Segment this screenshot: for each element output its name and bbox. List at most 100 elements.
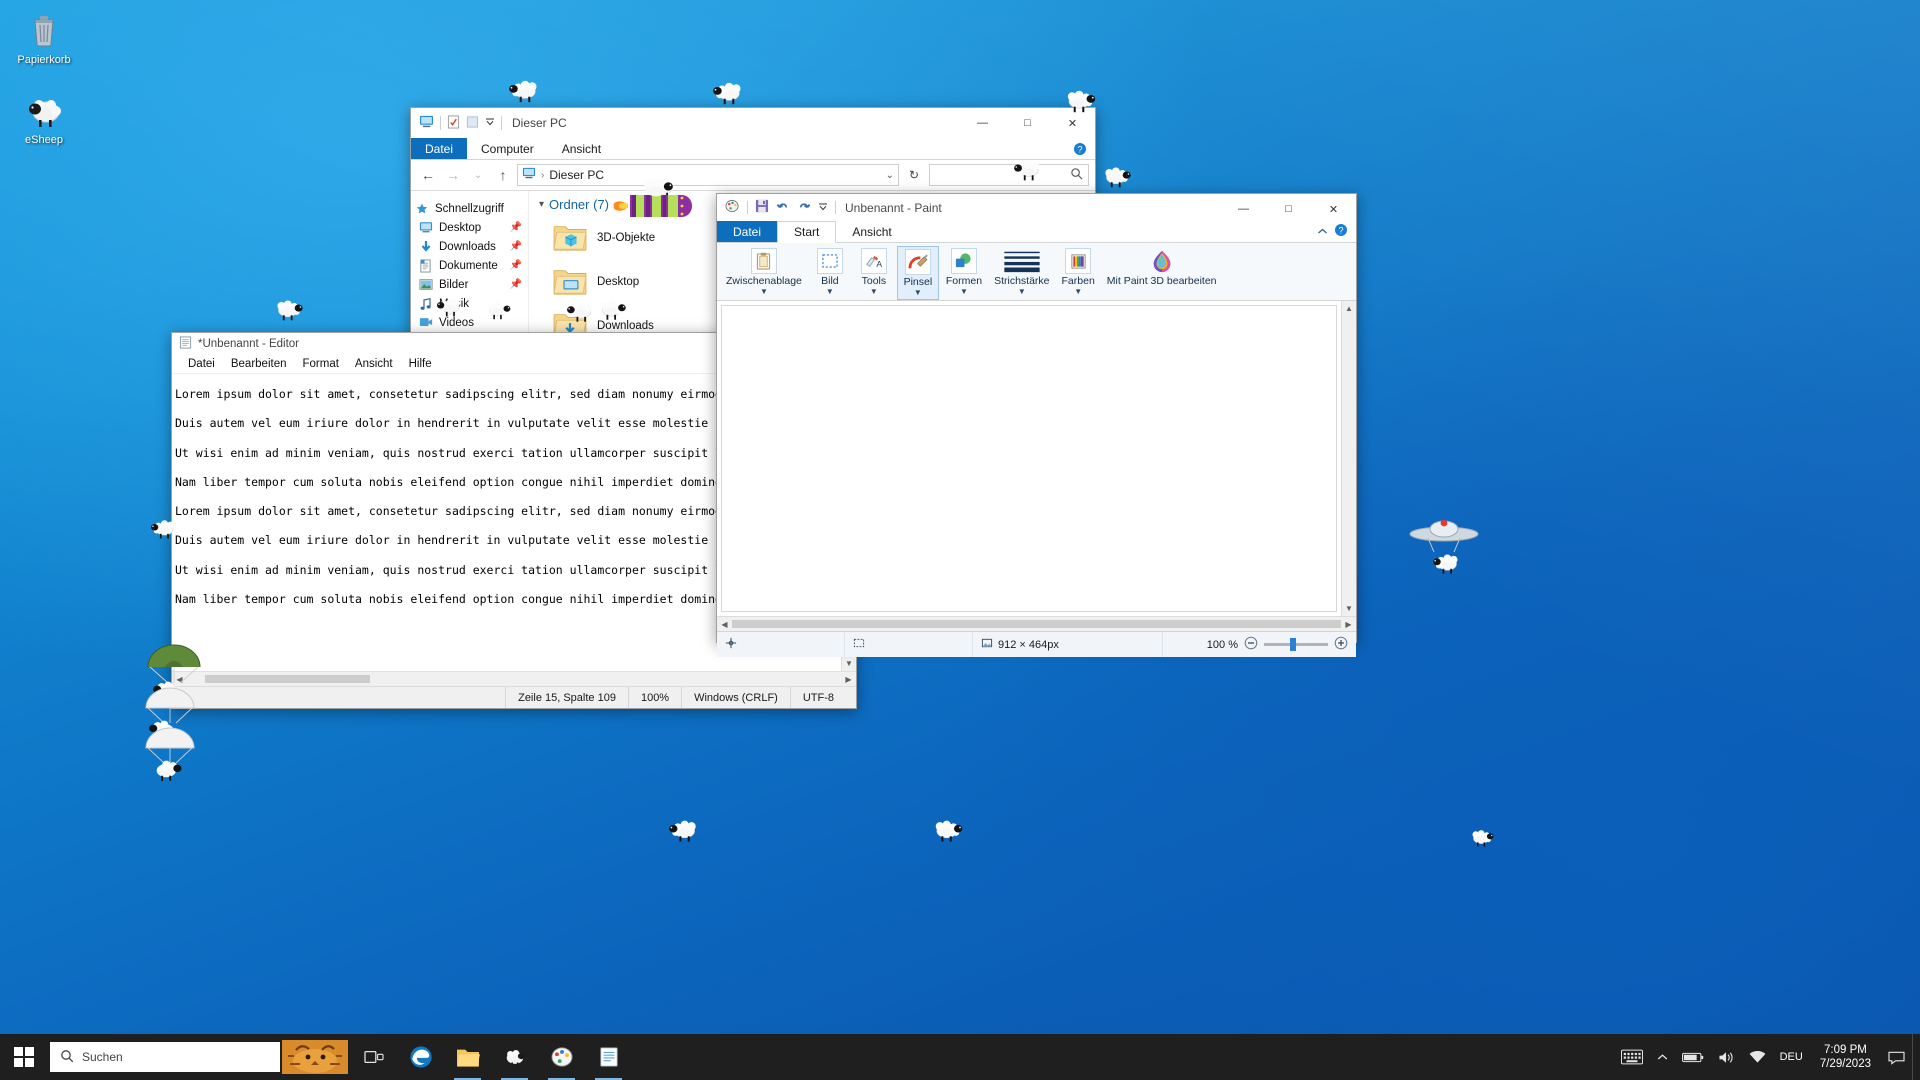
scroll-left-icon[interactable]: ◀ <box>172 672 187 686</box>
explorer-minimize-button[interactable]: — <box>960 108 1005 138</box>
pin-icon[interactable]: 📌 <box>510 222 522 233</box>
ribbon-group-paint3d[interactable]: Mit Paint 3D bearbeiten <box>1102 246 1222 300</box>
explorer-up-button[interactable]: ↑ <box>492 164 514 186</box>
taskbar-app-file-explorer[interactable] <box>444 1034 491 1080</box>
paint-close-button[interactable]: ✕ <box>1311 194 1356 224</box>
paint-zoom-slider-thumb[interactable] <box>1290 638 1296 651</box>
help-icon[interactable]: ? <box>1334 223 1348 240</box>
address-dropdown-chevron-icon[interactable]: ⌄ <box>886 170 894 181</box>
explorer-window-controls[interactable]: — □ ✕ <box>960 108 1095 138</box>
paint-canvas-area[interactable] <box>717 301 1341 616</box>
tray-battery-button[interactable] <box>1675 1034 1711 1080</box>
explorer-ribbon-tabs[interactable]: Datei Computer Ansicht ? <box>411 138 1095 160</box>
ribbon-group-zwischenablage[interactable]: Zwischenablage ▼ <box>721 246 807 300</box>
explorer-close-button[interactable]: ✕ <box>1050 108 1095 138</box>
notepad-menu-format[interactable]: Format <box>294 358 346 370</box>
paint-vertical-scrollbar[interactable]: ▲ ▼ <box>1341 301 1356 616</box>
explorer-tab-computer[interactable]: Computer <box>467 138 548 159</box>
zoom-out-button[interactable] <box>1244 636 1258 653</box>
explorer-forward-button[interactable]: → <box>442 164 464 186</box>
paint-minimize-button[interactable]: — <box>1221 194 1266 224</box>
pin-icon[interactable]: 📌 <box>510 279 522 290</box>
paint-canvas-wrapper[interactable]: ▲ ▼ <box>717 301 1356 616</box>
paint-ribbon-tabs[interactable]: Datei Start Ansicht ? <box>717 221 1356 243</box>
paint-zoom-control[interactable]: 100 % <box>1199 636 1356 653</box>
paint-quick-access-toolbar[interactable] <box>725 199 836 216</box>
sidebar-item-desktop[interactable]: Desktop 📌 <box>411 218 528 237</box>
paint-ribbon[interactable]: Zwischenablage ▼ Bild ▼ A Tools ▼ <box>717 243 1356 301</box>
paint-horizontal-scrollbar[interactable]: ◀ ▶ <box>717 616 1356 631</box>
sidebar-item-bilder[interactable]: Bilder 📌 <box>411 275 528 294</box>
sidebar-item-dokumente[interactable]: Dokumente 📌 <box>411 256 528 275</box>
explorer-address-bar[interactable]: › Dieser PC ⌄ <box>517 164 899 186</box>
chevron-down-icon[interactable]: ▼ <box>826 288 834 296</box>
explorer-tab-datei[interactable]: Datei <box>411 138 467 159</box>
desktop-icon-recycle-bin[interactable]: Papierkorb <box>6 8 82 67</box>
paint-tab-start[interactable]: Start <box>777 221 836 243</box>
scroll-left-icon[interactable]: ◀ <box>717 617 732 631</box>
computer-icon[interactable] <box>419 115 434 132</box>
notepad-menu-hilfe[interactable]: Hilfe <box>401 358 440 370</box>
chevron-down-icon[interactable]: ▼ <box>914 289 922 297</box>
explorer-search-input[interactable] <box>929 164 1089 186</box>
paint-tab-ansicht[interactable]: Ansicht <box>836 221 907 242</box>
explorer-tab-ansicht[interactable]: Ansicht <box>548 138 615 159</box>
ribbon-group-pinsel[interactable]: Pinsel ▼ <box>897 246 939 300</box>
explorer-recent-locations-button[interactable]: ⌄ <box>467 164 489 186</box>
explorer-help-button[interactable]: ? <box>1073 138 1095 159</box>
taskbar-clock[interactable]: 7:09 PM 7/29/2023 <box>1810 1034 1881 1080</box>
tray-notification-button[interactable] <box>1881 1034 1912 1080</box>
save-icon[interactable] <box>755 199 769 216</box>
tray-keyboard-button[interactable] <box>1614 1034 1650 1080</box>
paint-title-bar[interactable]: Unbenannt - Paint — □ ✕ <box>717 194 1356 221</box>
notepad-menu-datei[interactable]: Datei <box>180 358 223 370</box>
ribbon-group-farben[interactable]: Farben ▼ <box>1057 246 1100 300</box>
paint-window[interactable]: Unbenannt - Paint — □ ✕ Datei Start Ansi… <box>716 193 1357 643</box>
pin-icon[interactable]: 📌 <box>510 260 522 271</box>
notepad-menu-ansicht[interactable]: Ansicht <box>347 358 401 370</box>
breadcrumb-current[interactable]: Dieser PC <box>549 168 604 182</box>
scroll-down-icon[interactable]: ▼ <box>1342 601 1356 616</box>
undo-icon[interactable] <box>776 199 790 216</box>
show-desktop-button[interactable] <box>1912 1034 1920 1080</box>
scroll-right-icon[interactable]: ▶ <box>841 672 856 686</box>
taskbar[interactable]: Suchen <box>0 1034 1920 1080</box>
explorer-refresh-button[interactable]: ↻ <box>902 164 926 186</box>
ribbon-group-tools[interactable]: A Tools ▼ <box>853 246 895 300</box>
sidebar-item-musik[interactable]: Musik <box>411 294 528 313</box>
taskbar-search-input[interactable]: Suchen <box>50 1042 280 1072</box>
sidebar-item-downloads[interactable]: Downloads 📌 <box>411 237 528 256</box>
paint-maximize-button[interactable]: □ <box>1266 194 1311 224</box>
zoom-in-button[interactable] <box>1334 636 1348 653</box>
tray-language-indicator[interactable]: DEU <box>1773 1034 1810 1080</box>
paint-tab-datei[interactable]: Datei <box>717 221 777 242</box>
ribbon-group-formen[interactable]: Formen ▼ <box>941 246 987 300</box>
paint-canvas[interactable] <box>721 305 1337 612</box>
notepad-hscroll-thumb[interactable] <box>205 675 370 683</box>
chevron-down-icon[interactable]: ▼ <box>960 288 968 296</box>
task-view-button[interactable] <box>350 1034 397 1080</box>
paint-app-icon[interactable] <box>725 199 740 216</box>
scroll-up-icon[interactable]: ▲ <box>1342 301 1356 316</box>
explorer-quick-access-toolbar[interactable] <box>419 115 502 132</box>
pin-icon[interactable]: 📌 <box>510 241 522 252</box>
notepad-menu-bearbeiten[interactable]: Bearbeiten <box>223 358 295 370</box>
chevron-down-icon[interactable]: ▼ <box>1074 288 1082 296</box>
taskbar-app-esheep[interactable] <box>491 1034 538 1080</box>
taskbar-app-edge[interactable] <box>397 1034 444 1080</box>
chevron-down-icon[interactable]: ▾ <box>539 199 544 210</box>
chevron-down-icon[interactable]: ▼ <box>1018 288 1026 296</box>
start-button[interactable] <box>0 1034 48 1080</box>
explorer-maximize-button[interactable]: □ <box>1005 108 1050 138</box>
notepad-horizontal-scrollbar[interactable]: ◀ ▶ <box>172 671 856 686</box>
scroll-right-icon[interactable]: ▶ <box>1341 617 1356 631</box>
chevron-up-icon[interactable] <box>1317 225 1328 239</box>
sidebar-item-videos[interactable]: Videos <box>411 313 528 332</box>
paint-window-controls[interactable]: — □ ✕ <box>1221 194 1356 224</box>
tray-network-button[interactable] <box>1742 1034 1773 1080</box>
customize-qat-chevron-icon[interactable] <box>485 116 495 130</box>
customize-qat-chevron-icon[interactable] <box>818 201 828 215</box>
scroll-down-icon[interactable]: ▼ <box>842 656 856 671</box>
paint-zoom-slider[interactable] <box>1264 643 1328 646</box>
redo-icon[interactable] <box>797 199 811 216</box>
